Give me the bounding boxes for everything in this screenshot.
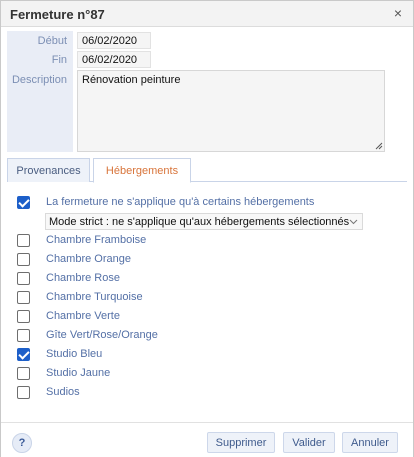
hebergement-checkbox[interactable]	[17, 348, 30, 361]
hebergement-checkbox[interactable]	[17, 234, 30, 247]
valider-button[interactable]: Valider	[283, 432, 335, 453]
hebergement-label[interactable]: Gîte Vert/Rose/Orange	[46, 329, 158, 341]
hebergement-label[interactable]: Chambre Rose	[46, 272, 120, 284]
tab-hebergements[interactable]: Hébergements	[93, 158, 191, 183]
close-icon[interactable]: ×	[391, 6, 405, 20]
hebergement-label[interactable]: Studio Jaune	[46, 367, 110, 379]
resize-handle-icon[interactable]	[375, 142, 383, 150]
mode-select[interactable]: Mode strict : ne s'applique qu'aux héber…	[45, 213, 363, 230]
form-label-panel: Début Fin Description	[7, 31, 73, 152]
dialog-titlebar: Fermeture n°87 ×	[1, 1, 413, 27]
hebergement-checkbox[interactable]	[17, 310, 30, 323]
mode-select-value: Mode strict : ne s'applique qu'aux héber…	[49, 216, 350, 228]
hebergement-checkbox[interactable]	[17, 272, 30, 285]
hebergement-label[interactable]: Sudios	[46, 386, 80, 398]
help-button[interactable]: ?	[12, 433, 32, 453]
annuler-button[interactable]: Annuler	[342, 432, 398, 453]
hebergement-label[interactable]: Chambre Turquoise	[46, 291, 143, 303]
hebergement-checkbox[interactable]	[17, 329, 30, 342]
description-textarea[interactable]: Rénovation peinture	[77, 70, 385, 152]
dialog-footer: ? Supprimer Valider Annuler	[1, 422, 413, 457]
description-text: Rénovation peinture	[82, 74, 181, 86]
supprimer-button[interactable]: Supprimer	[207, 432, 275, 453]
hebergement-checkbox[interactable]	[17, 367, 30, 380]
tab-provenances[interactable]: Provenances	[7, 158, 90, 182]
hebergement-label[interactable]: Chambre Orange	[46, 253, 131, 265]
debut-field[interactable]: 06/02/2020	[77, 32, 151, 49]
hebergement-label[interactable]: Chambre Verte	[46, 310, 120, 322]
fin-field[interactable]: 06/02/2020	[77, 51, 151, 68]
debut-label: Début	[37, 35, 67, 47]
dialog-title: Fermeture n°87	[10, 7, 105, 22]
hebergement-checkbox[interactable]	[17, 253, 30, 266]
description-label: Description	[11, 74, 67, 86]
closure-dialog: Fermeture n°87 × Début Fin Description 0…	[0, 0, 414, 457]
restrict-checkbox[interactable]	[17, 196, 30, 209]
hebergement-label[interactable]: Chambre Framboise	[46, 234, 146, 246]
chevron-down-icon	[349, 219, 358, 225]
tab-bar: Provenances Hébergements	[7, 158, 407, 183]
hebergement-checkbox[interactable]	[17, 386, 30, 399]
restrict-label[interactable]: La fermeture ne s'applique qu'à certains…	[46, 196, 314, 208]
hebergement-checkbox[interactable]	[17, 291, 30, 304]
hebergement-label[interactable]: Studio Bleu	[46, 348, 102, 360]
fin-label: Fin	[51, 54, 67, 66]
